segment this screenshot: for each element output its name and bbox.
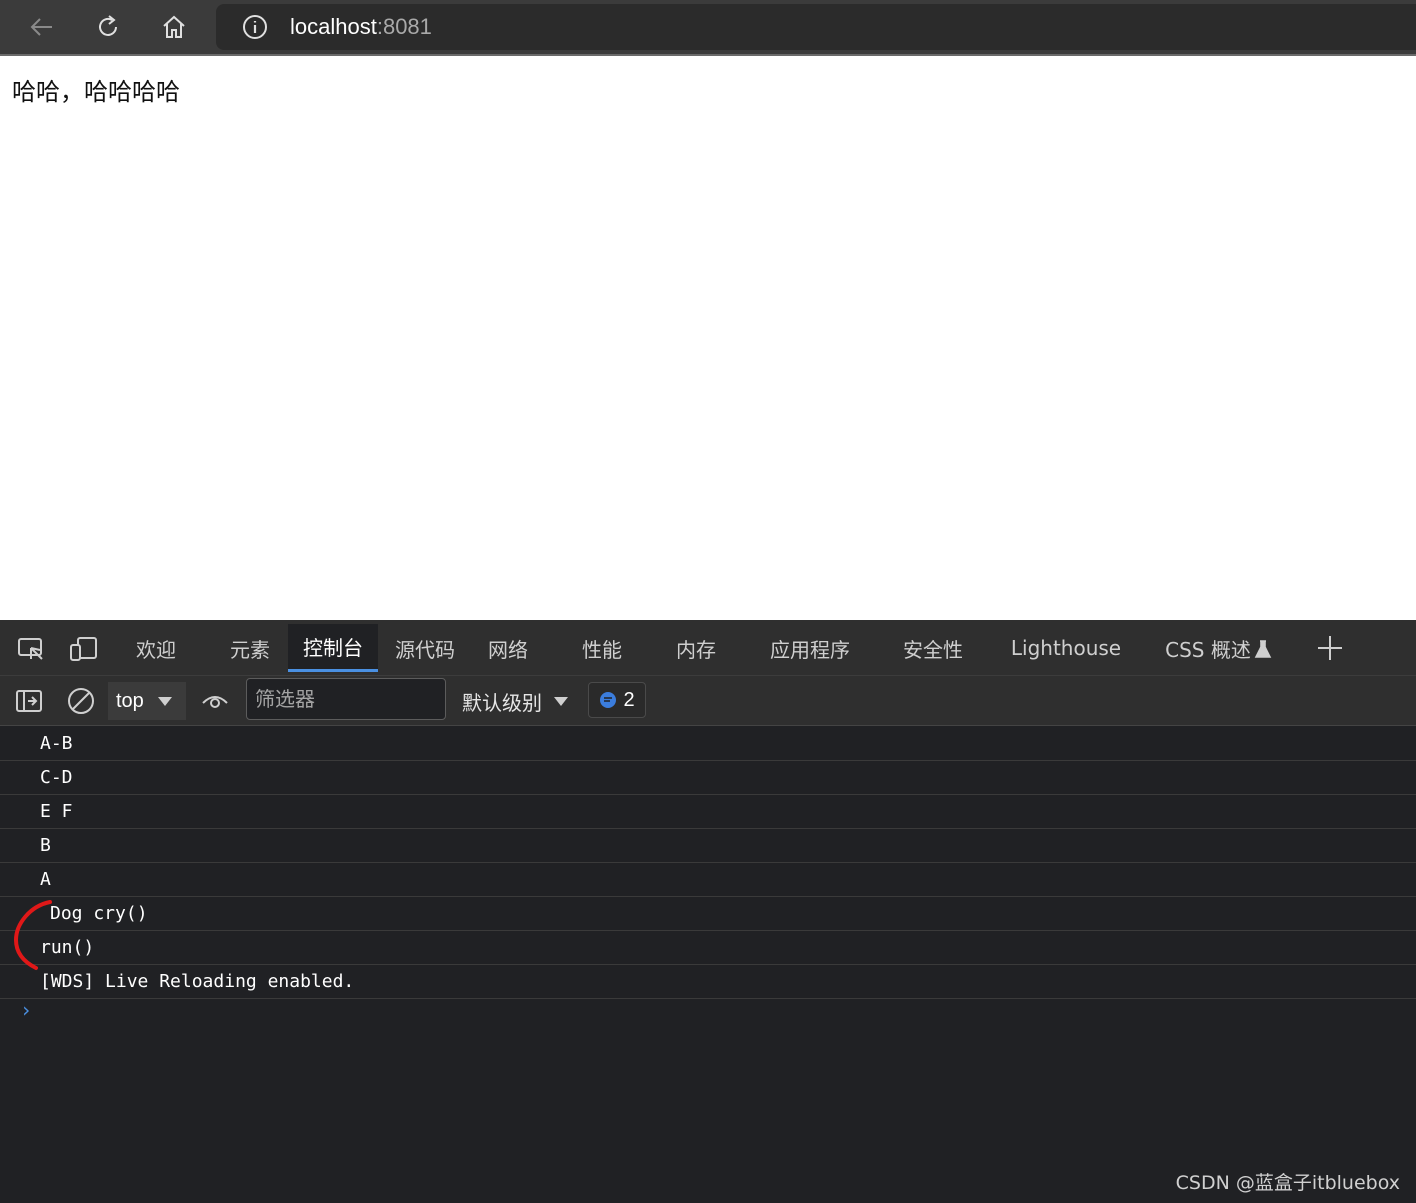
issues-counter-button[interactable]: 2 [588,682,646,718]
filter-input[interactable] [246,678,446,720]
home-icon [163,15,185,38]
back-icon [30,18,52,36]
log-level-selector[interactable]: 默认级别 [462,684,568,718]
home-button[interactable] [154,8,194,46]
sidebar-toggle-button[interactable] [12,684,46,718]
console-message: A [0,863,1416,897]
chevron-down-icon [157,696,172,706]
console-message: B [0,829,1416,863]
device-icon [70,637,97,661]
console-message: Dog cry() [0,897,1416,931]
console-prompt[interactable]: › [20,998,32,1022]
inspect-element-button[interactable] [14,632,48,666]
sidebar-icon [16,690,42,712]
browser-toolbar: localhost:8081 [0,0,1416,56]
tab-sources[interactable]: 源代码 [386,624,464,672]
live-expression-button[interactable] [198,684,232,718]
reload-icon [99,15,117,36]
address-host: localhost [290,14,377,39]
address-bar[interactable]: localhost:8081 [216,4,1416,50]
more-tools-button[interactable] [1312,630,1348,666]
tab-network[interactable]: 网络 [474,624,542,672]
devtools-panel: 欢迎 元素 控制台 源代码 网络 性能 内存 应用程序 安全性 Lighthou… [0,620,1416,1203]
tab-memory[interactable]: 内存 [662,624,730,672]
chevron-down-icon [554,696,568,706]
context-selector[interactable]: top [108,682,186,720]
context-selector-value: top [116,689,144,712]
watermark: CSDN @蓝盒子itbluebox [1175,1172,1400,1194]
clear-icon [68,688,94,714]
clear-console-button[interactable] [64,684,98,718]
issues-count: 2 [623,688,635,711]
reload-button[interactable] [88,8,128,46]
console-message: A-B [0,727,1416,761]
tab-performance[interactable]: 性能 [568,624,636,672]
inspect-icon [18,638,43,660]
info-icon[interactable] [242,14,268,40]
page-viewport: 哈哈，哈哈哈哈 [0,58,1416,620]
console-message: E F [0,795,1416,829]
log-level-value: 默认级别 [462,690,542,715]
back-button[interactable] [22,8,62,46]
device-emulation-button[interactable] [66,632,100,666]
tab-security[interactable]: 安全性 [892,624,974,672]
tab-console[interactable]: 控制台 [288,624,378,672]
tab-welcome[interactable]: 欢迎 [122,624,190,672]
page-text: 哈哈，哈哈哈哈 [12,78,180,106]
tab-css-overview[interactable]: CSS 概述 [1160,624,1256,672]
console-output: A-B C-D E F B A Dog cry() run() [WDS] Li… [0,727,1416,999]
plus-icon [1318,636,1342,660]
devtools-tabbar: 欢迎 元素 控制台 源代码 网络 性能 内存 应用程序 安全性 Lighthou… [0,620,1416,676]
tab-application[interactable]: 应用程序 [758,624,862,672]
tab-lighthouse[interactable]: Lighthouse [1008,624,1124,672]
console-message: C-D [0,761,1416,795]
console-message: run() [0,931,1416,965]
address-port: :8081 [376,14,432,39]
eye-icon [202,696,228,708]
console-toolbar: top 默认级别 2 [0,676,1416,726]
console-message: [WDS] Live Reloading enabled. [0,965,1416,999]
message-icon [600,692,617,708]
tab-elements[interactable]: 元素 [216,624,284,672]
experimental-flask-icon [1250,632,1276,666]
